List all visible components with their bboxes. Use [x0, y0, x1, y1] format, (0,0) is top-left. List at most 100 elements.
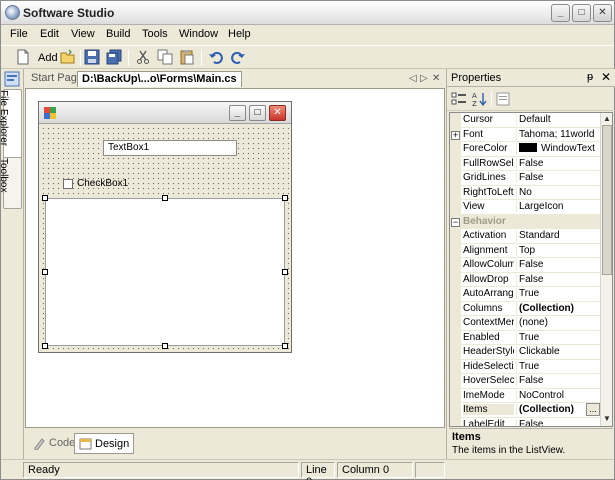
property-row[interactable]: ImeMode NoControl	[450, 388, 600, 403]
property-value[interactable]: LargeIcon	[516, 201, 600, 212]
resize-handle[interactable]	[42, 195, 48, 201]
property-value[interactable]: False	[516, 418, 600, 426]
property-value[interactable]: True	[516, 288, 600, 299]
form-title-bar[interactable]: _ □ ✕	[39, 102, 291, 124]
form-close-icon[interactable]: ✕	[269, 105, 286, 121]
property-value[interactable]: Tahoma; 11world	[516, 128, 600, 140]
menu-build[interactable]: Build	[106, 28, 130, 40]
new-file-icon[interactable]	[15, 49, 33, 67]
property-category[interactable]: − Behavior	[450, 214, 600, 229]
property-row[interactable]: Columns (Collection)	[450, 301, 600, 316]
resize-handle[interactable]	[42, 269, 48, 275]
cut-icon[interactable]	[135, 49, 153, 67]
tab-scroll-left-icon[interactable]: ◁	[409, 73, 417, 84]
scroll-thumb[interactable]	[602, 125, 612, 275]
property-row[interactable]: Enabled True	[450, 330, 600, 345]
open-folder-icon[interactable]	[60, 49, 78, 67]
collection-editor-button[interactable]: ...	[586, 403, 600, 416]
title-bar[interactable]: Software Studio _ □ ✕	[1, 1, 614, 25]
tab-design[interactable]: Design	[74, 433, 135, 454]
property-row[interactable]: HideSelectic True	[450, 359, 600, 374]
property-value[interactable]: False	[516, 157, 600, 169]
alphabetical-sort-icon[interactable]: AZ	[471, 91, 488, 108]
checkbox1-box[interactable]	[63, 179, 73, 189]
property-value[interactable]: (Collection)	[516, 302, 600, 314]
property-row[interactable]: GridLines False	[450, 171, 600, 186]
copy-icon[interactable]	[157, 49, 175, 67]
menu-help[interactable]: Help	[228, 28, 251, 40]
property-row[interactable]: Items (Collection)...	[450, 403, 600, 418]
collapse-icon[interactable]: −	[451, 217, 460, 227]
form-body[interactable]: TextBox1 CheckBox1	[41, 126, 289, 352]
menu-file[interactable]: File	[10, 28, 28, 40]
property-value[interactable]: True	[516, 360, 600, 372]
close-button[interactable]: ✕	[593, 4, 612, 22]
property-value[interactable]: False	[516, 273, 600, 285]
property-row[interactable]: ForeColor WindowText	[450, 142, 600, 157]
tab-toolbox[interactable]: Toolbox	[0, 157, 22, 209]
property-value[interactable]: (none)	[516, 317, 600, 328]
undo-icon[interactable]	[208, 49, 226, 67]
property-row[interactable]: Activation Standard	[450, 229, 600, 244]
tab-file-explorer[interactable]: File Explorer	[0, 89, 22, 161]
property-row[interactable]: Cursor Default	[450, 113, 600, 128]
property-row[interactable]: HoverSelect False	[450, 374, 600, 389]
property-value[interactable]: Clickable	[516, 346, 600, 357]
design-canvas[interactable]: _ □ ✕ TextBox1 CheckBox1	[25, 89, 445, 428]
minimize-button[interactable]: _	[551, 4, 570, 22]
property-row[interactable]: AllowColumn False	[450, 258, 600, 273]
resize-handle[interactable]	[162, 195, 168, 201]
redo-icon[interactable]	[230, 49, 248, 67]
solution-panel-icon[interactable]	[4, 71, 20, 87]
property-row[interactable]: FullRowSele False	[450, 156, 600, 171]
property-value[interactable]: NoControl	[516, 389, 600, 401]
resize-handle[interactable]	[162, 343, 168, 349]
property-value[interactable]: False	[516, 172, 600, 183]
property-value[interactable]: Default	[516, 114, 600, 125]
menu-window[interactable]: Window	[179, 28, 218, 40]
categorized-icon[interactable]	[451, 91, 468, 107]
menu-view[interactable]: View	[71, 28, 95, 40]
resize-handle[interactable]	[42, 343, 48, 349]
scroll-down-icon[interactable]: ▼	[601, 413, 612, 425]
property-grid[interactable]: Cursor Default + Font Tahoma; 11world ForeCol…	[449, 112, 613, 427]
save-icon[interactable]	[84, 49, 102, 67]
properties-close-icon[interactable]: ✕	[601, 70, 611, 84]
form-maximize-icon[interactable]: □	[249, 105, 266, 121]
expand-icon[interactable]: +	[451, 130, 460, 140]
property-value[interactable]: False	[516, 375, 600, 386]
property-row[interactable]: LabelEdit False	[450, 417, 600, 426]
paste-icon[interactable]	[179, 49, 197, 67]
tab-main-cs[interactable]: D:\BackUp\...o\Forms\Main.cs	[77, 71, 242, 87]
property-row[interactable]: View LargeIcon	[450, 200, 600, 215]
property-row[interactable]: HeaderStyle Clickable	[450, 345, 600, 360]
property-row[interactable]: Alignment Top	[450, 243, 600, 258]
menu-tools[interactable]: Tools	[142, 28, 168, 40]
property-grid-scrollbar[interactable]: ▲ ▼	[600, 113, 612, 426]
resize-handle[interactable]	[282, 269, 288, 275]
property-row[interactable]: AutoArrang True	[450, 287, 600, 302]
property-row[interactable]: RightToLeft No	[450, 185, 600, 200]
listview1[interactable]	[45, 198, 285, 346]
property-value[interactable]: No	[516, 186, 600, 198]
property-row[interactable]: ContextMer (none)	[450, 316, 600, 331]
save-all-icon[interactable]	[106, 49, 124, 67]
property-value[interactable]: WindowText	[516, 143, 600, 154]
property-row[interactable]: AllowDrop False	[450, 272, 600, 287]
form-minimize-icon[interactable]: _	[229, 105, 246, 121]
tab-start-page[interactable]: Start Page	[31, 72, 83, 84]
property-value[interactable]: Top	[516, 244, 600, 256]
menu-edit[interactable]: Edit	[40, 28, 59, 40]
tab-code[interactable]: Code	[29, 433, 79, 454]
property-pages-icon[interactable]	[495, 91, 512, 107]
property-value[interactable]: False	[516, 259, 600, 270]
textbox1[interactable]: TextBox1	[103, 140, 237, 156]
add-button[interactable]: Add	[38, 52, 58, 70]
pin-icon[interactable]: ᵽ	[587, 71, 593, 83]
designed-form[interactable]: _ □ ✕ TextBox1 CheckBox1	[38, 101, 292, 353]
scroll-up-icon[interactable]: ▲	[601, 113, 612, 125]
maximize-button[interactable]: □	[572, 4, 591, 22]
property-value[interactable]: True	[516, 331, 600, 343]
close-document-icon[interactable]: ✕	[432, 73, 440, 84]
property-row[interactable]: + Font Tahoma; 11world	[450, 127, 600, 142]
